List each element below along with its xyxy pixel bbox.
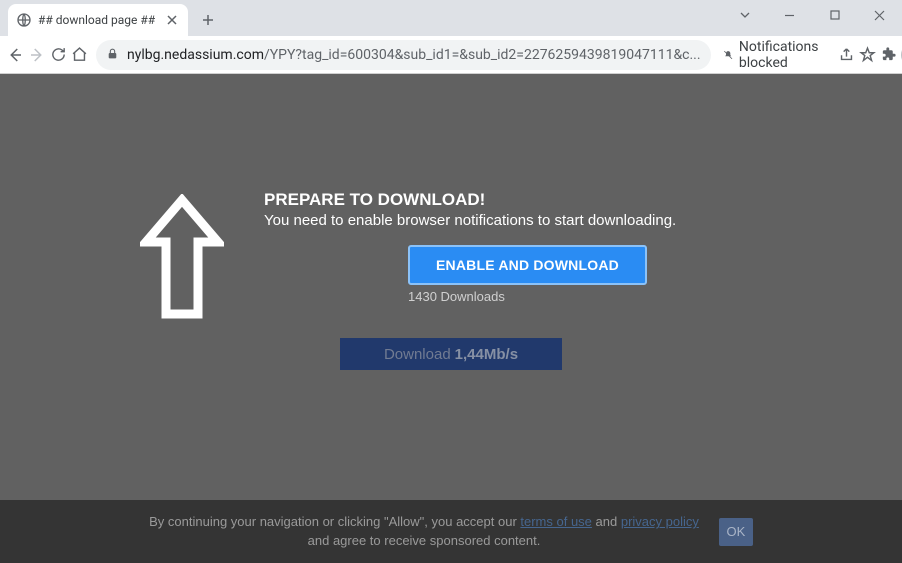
terms-of-use-link[interactable]: terms of use <box>520 514 592 529</box>
chevron-down-icon[interactable] <box>722 0 767 30</box>
close-tab-icon[interactable] <box>164 12 180 28</box>
address-bar[interactable]: nylbg.nedassium.com/YPY?tag_id=600304&su… <box>96 40 711 70</box>
share-icon[interactable] <box>838 41 855 69</box>
window-titlebar: ## download page ## <box>0 0 902 36</box>
home-button[interactable] <box>71 41 88 69</box>
browser-toolbar: nylbg.nedassium.com/YPY?tag_id=600304&su… <box>0 36 902 74</box>
url-text: nylbg.nedassium.com/YPY?tag_id=600304&su… <box>127 47 701 63</box>
download-text-block: PREPARE TO DOWNLOAD! You need to enable … <box>264 190 676 304</box>
tab-title: ## download page ## <box>38 13 158 27</box>
minimize-button[interactable] <box>767 0 812 30</box>
notifications-label: Notifications blocked <box>739 39 824 71</box>
consent-line1-mid: and <box>592 514 621 529</box>
consent-text: By continuing your navigation or clickin… <box>149 513 699 549</box>
downloads-count: 1430 Downloads <box>408 289 676 304</box>
download-prompt-block: PREPARE TO DOWNLOAD! You need to enable … <box>140 190 676 325</box>
download-speed: 1,44Mb/s <box>455 346 518 363</box>
page-content: PREPARE TO DOWNLOAD! You need to enable … <box>0 74 902 563</box>
new-tab-button[interactable] <box>194 6 222 34</box>
notifications-blocked-chip[interactable]: Notifications blocked <box>719 41 835 69</box>
extensions-icon[interactable] <box>880 41 897 69</box>
privacy-policy-link[interactable]: privacy policy <box>621 514 699 529</box>
prepare-subtext: You need to enable browser notifications… <box>264 212 676 229</box>
close-window-button[interactable] <box>857 0 902 30</box>
prepare-heading: PREPARE TO DOWNLOAD! <box>264 190 676 210</box>
maximize-button[interactable] <box>812 0 857 30</box>
bell-off-icon <box>723 47 733 63</box>
url-path: /YPY?tag_id=600304&sub_id1=&sub_id2=2276… <box>264 47 701 63</box>
url-host: nylbg.nedassium.com <box>127 47 264 63</box>
consent-ok-button[interactable]: OK <box>719 518 753 546</box>
reload-button[interactable] <box>50 41 67 69</box>
back-button[interactable] <box>6 41 24 69</box>
enable-and-download-button[interactable]: ENABLE AND DOWNLOAD <box>408 245 647 285</box>
consent-line1-before: By continuing your navigation or clickin… <box>149 514 520 529</box>
consent-line2: and agree to receive sponsored content. <box>308 533 541 548</box>
arrow-up-icon <box>140 194 224 325</box>
cookie-consent-bar: By continuing your navigation or clickin… <box>0 500 902 563</box>
lock-icon <box>106 45 119 64</box>
bookmark-icon[interactable] <box>859 41 876 69</box>
globe-icon <box>16 12 32 28</box>
browser-tab[interactable]: ## download page ## <box>8 4 188 36</box>
window-controls <box>722 0 902 30</box>
forward-button[interactable] <box>28 41 46 69</box>
download-label: Download <box>384 346 451 363</box>
download-speed-button[interactable]: Download 1,44Mb/s <box>340 338 562 370</box>
